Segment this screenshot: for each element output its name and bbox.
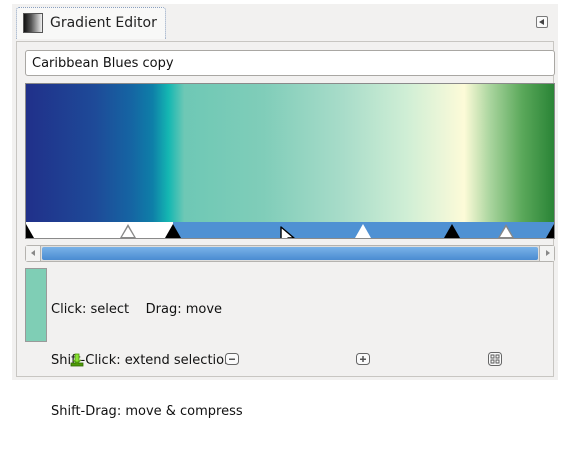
gradient-editor-window: Gradient Editor Caribbean Blues copy Cli…: [12, 4, 558, 419]
zoom-all-icon[interactable]: [487, 351, 503, 367]
scroll-left-arrow-icon[interactable]: [26, 246, 41, 261]
tab-label: Gradient Editor: [50, 15, 157, 31]
gradient-preview-frame: [25, 83, 555, 239]
hint-line: Click: select Drag: move: [51, 302, 223, 317]
save-icon[interactable]: [69, 351, 85, 367]
zoom-scrollbar[interactable]: [25, 245, 555, 262]
stop-handle[interactable]: [165, 224, 181, 238]
midpoint-handle[interactable]: [355, 224, 371, 238]
selected-color-swatch: [25, 268, 47, 342]
mouse-pointer-icon: [280, 226, 296, 238]
gradient-preview[interactable]: [26, 84, 554, 222]
hint-line: Shift-Drag: move & compress: [51, 404, 243, 419]
dock-tab-bar: Gradient Editor: [12, 4, 558, 42]
midpoint-handle[interactable]: [120, 224, 136, 238]
editor-panel: Click: select Drag: move Shift-Click: ex…: [16, 41, 555, 419]
gradient-name-input[interactable]: [25, 50, 555, 76]
stop-handle[interactable]: [26, 224, 34, 238]
scroll-right-arrow-icon[interactable]: [539, 246, 554, 261]
gradient-icon: [23, 13, 43, 33]
zoom-out-icon[interactable]: [224, 351, 240, 367]
midpoint-handle[interactable]: [498, 224, 514, 238]
scrollbar-thumb[interactable]: [42, 247, 538, 260]
tab-gradient-editor[interactable]: Gradient Editor: [16, 7, 166, 39]
stop-handle[interactable]: [546, 224, 554, 238]
tab-menu-icon[interactable]: [536, 16, 548, 28]
stop-handle[interactable]: [444, 224, 460, 238]
zoom-in-icon[interactable]: [355, 351, 371, 367]
